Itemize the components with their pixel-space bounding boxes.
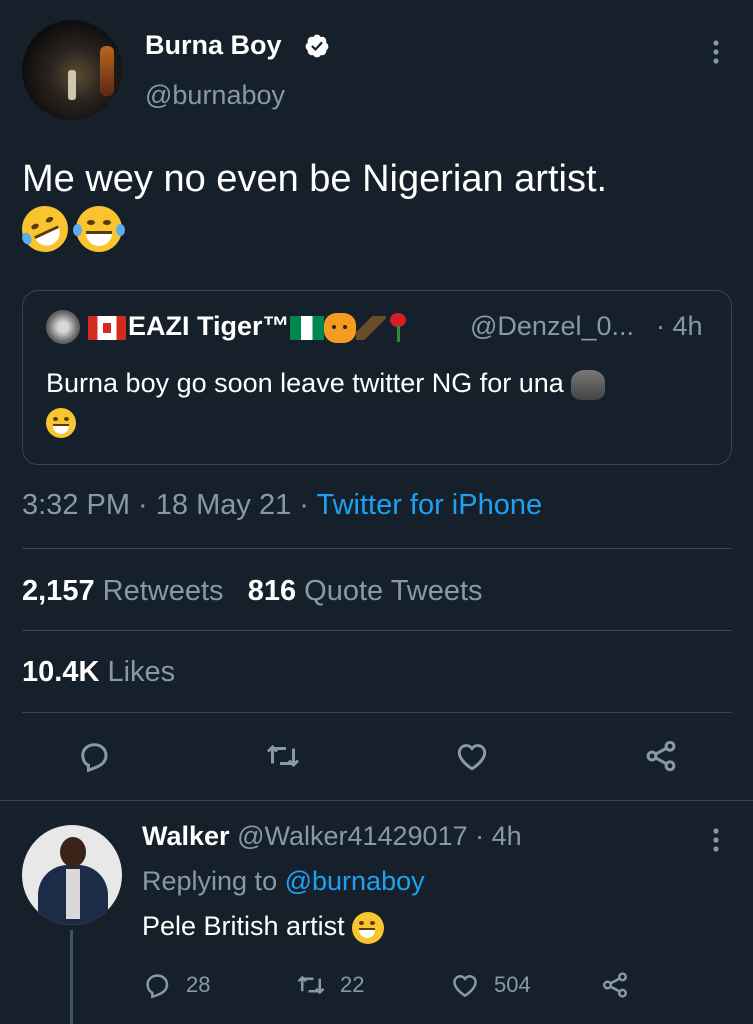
tiger-face-icon (323, 312, 356, 343)
eagle-icon (355, 315, 386, 340)
replying-to-handle[interactable]: @burnaboy (285, 866, 425, 896)
reply-author-handle[interactable]: @Walker41429017 (237, 821, 468, 851)
reply-author-avatar[interactable] (22, 825, 122, 925)
nigeria-flag-icon (289, 315, 324, 340)
share-icon (603, 972, 627, 998)
reply-icon (146, 974, 169, 999)
reply-header: Walker @Walker41429017 · 4h (142, 821, 522, 852)
quote-tweets-link[interactable]: 816 Quote Tweets (248, 575, 483, 607)
likes-count: 10.4K (22, 656, 100, 688)
divider (22, 548, 732, 549)
tears-of-joy-emoji-icon (352, 911, 385, 944)
quoted-author-handle: @Denzel_0... (470, 311, 634, 341)
reply-share-button[interactable] (600, 970, 644, 1000)
quote-tweets-label: Quote Tweets (304, 575, 483, 607)
verified-badge-icon (305, 34, 329, 58)
tweet-source-link[interactable]: Twitter for iPhone (316, 489, 542, 521)
quoted-time: · 4h (656, 311, 703, 341)
reply-replies-count: 28 (186, 972, 211, 997)
retweets-label: Retweets (102, 575, 224, 607)
share-button[interactable] (643, 738, 679, 774)
retweets-link[interactable]: 2,157 Retweets (22, 575, 224, 607)
tears-of-joy-emoji-icon (46, 407, 76, 438)
retweet-icon (266, 744, 300, 768)
quoted-author-name: EAZI Tiger™ (88, 311, 408, 343)
reply-text: Pele British artist (142, 911, 385, 944)
tweet-text-content: Me wey no even be Nigerian artist. (22, 158, 608, 200)
tweet-text: Me wey no even be Nigerian artist. (14, 155, 608, 260)
replying-to-prefix: Replying to (142, 866, 278, 896)
reply-icon (81, 743, 108, 773)
reply-like-button[interactable]: 504 (450, 970, 531, 1000)
like-icon (453, 975, 477, 998)
tweet-date: 18 May 21 (155, 489, 292, 521)
reply-button[interactable] (76, 738, 112, 774)
quoted-author-avatar (46, 310, 80, 344)
retweet-stats: 2,157 Retweets 816 Quote Tweets (22, 575, 483, 608)
author-avatar[interactable] (22, 20, 122, 120)
divider (22, 630, 732, 631)
reply-likes-count: 504 (494, 972, 531, 997)
author-name[interactable]: Burna Boy (145, 30, 282, 61)
retweet-icon (297, 975, 325, 995)
reply-text-content: Pele British artist (142, 911, 345, 941)
reply-time: · 4h (475, 821, 522, 851)
rose-icon (386, 312, 408, 343)
retweets-count: 2,157 (22, 575, 95, 607)
thread-line (70, 930, 73, 1024)
replying-to: Replying to @burnaboy (142, 866, 425, 897)
reply-author-name[interactable]: Walker (142, 821, 230, 851)
divider (22, 712, 732, 713)
quoted-text: Burna boy go soon leave twitter NG for u… (46, 364, 706, 440)
tweet-time: 3:32 PM (22, 489, 130, 521)
likes-label: Likes (107, 656, 176, 688)
more-vertical-icon[interactable] (706, 38, 726, 66)
author-handle[interactable]: @burnaboy (145, 80, 285, 111)
reply-retweet-button[interactable]: 22 (296, 970, 364, 1000)
retweet-button[interactable] (265, 738, 301, 774)
reply-reply-button[interactable]: 28 (142, 970, 210, 1000)
reply-retweets-count: 22 (340, 972, 365, 997)
likes-link[interactable]: 10.4K Likes (22, 656, 175, 689)
share-icon (646, 740, 676, 772)
quoted-text-content: Burna boy go soon leave twitter NG for u… (46, 368, 564, 398)
divider (0, 800, 753, 801)
tears-of-joy-emoji-icon (73, 205, 125, 252)
quote-tweets-count: 816 (247, 575, 297, 607)
like-icon (457, 744, 487, 771)
canada-flag-icon (88, 315, 126, 340)
quoted-name-text: EAZI Tiger™ (128, 311, 290, 341)
tweet-meta: 3:32 PM · 18 May 21 · Twitter for iPhone (22, 489, 543, 521)
like-button[interactable] (454, 738, 490, 774)
rolling-laughing-emoji-icon (14, 198, 76, 260)
gorilla-icon (571, 369, 606, 400)
more-vertical-icon[interactable] (706, 826, 726, 854)
